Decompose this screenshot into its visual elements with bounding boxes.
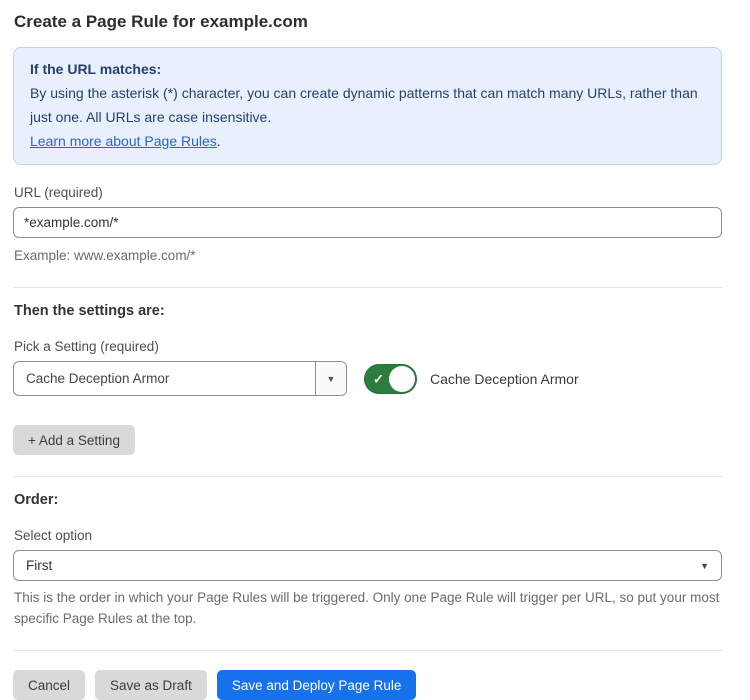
url-input[interactable] (13, 207, 722, 238)
save-draft-button[interactable]: Save as Draft (95, 670, 207, 700)
chevron-down-icon[interactable]: ▼ (315, 362, 346, 395)
cancel-button[interactable]: Cancel (13, 670, 85, 700)
url-match-info-box: If the URL matches: By using the asteris… (13, 47, 722, 165)
settings-heading: Then the settings are: (14, 303, 722, 319)
order-select[interactable]: First ▼ (13, 550, 722, 581)
pick-setting-label: Pick a Setting (required) (14, 339, 722, 354)
url-example-helper: Example: www.example.com/* (14, 245, 722, 266)
chevron-down-icon: ▼ (700, 561, 709, 571)
setting-row: Cache Deception Armor ▼ ✓ Cache Deceptio… (13, 361, 722, 396)
setting-select[interactable]: Cache Deception Armor ▼ (13, 361, 347, 396)
info-box-heading: If the URL matches: (30, 57, 705, 81)
setting-toggle[interactable]: ✓ (364, 364, 417, 394)
order-helper-text: This is the order in which your Page Rul… (14, 587, 722, 629)
setting-select-value: Cache Deception Armor (14, 362, 315, 395)
learn-more-link[interactable]: Learn more about Page Rules (30, 133, 217, 149)
order-select-label: Select option (14, 528, 722, 543)
info-box-link-line: Learn more about Page Rules. (30, 129, 705, 153)
info-box-body: By using the asterisk (*) character, you… (30, 81, 705, 129)
page-title: Create a Page Rule for example.com (14, 12, 722, 32)
toggle-knob (389, 366, 415, 392)
divider (13, 650, 722, 651)
divider (13, 476, 722, 477)
order-select-value: First (26, 558, 52, 573)
divider (13, 287, 722, 288)
link-suffix: . (217, 133, 221, 149)
setting-toggle-label: Cache Deception Armor (430, 371, 579, 387)
check-icon: ✓ (373, 372, 384, 385)
order-heading: Order: (14, 492, 722, 508)
footer-actions: Cancel Save as Draft Save and Deploy Pag… (13, 670, 722, 700)
save-deploy-button[interactable]: Save and Deploy Page Rule (217, 670, 417, 700)
url-label: URL (required) (14, 185, 722, 200)
add-setting-button[interactable]: + Add a Setting (13, 425, 135, 455)
create-page-rule-panel: Create a Page Rule for example.com If th… (0, 0, 750, 700)
